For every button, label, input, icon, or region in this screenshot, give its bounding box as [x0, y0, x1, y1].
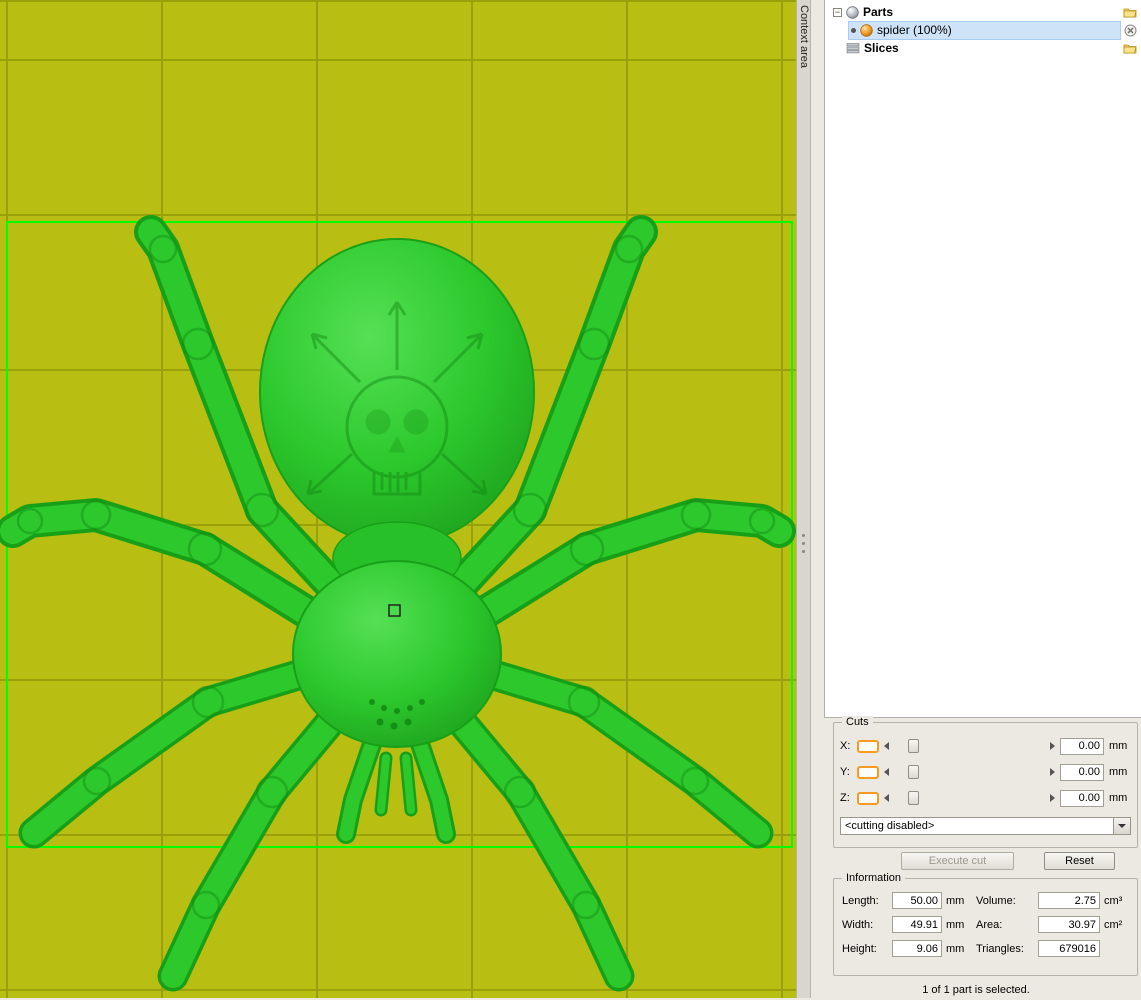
cuts-buttons: Execute cut Reset — [833, 852, 1138, 870]
open-folder-icon[interactable] — [1123, 42, 1137, 54]
height-unit: mm — [946, 942, 965, 955]
x-axis-label: X: — [840, 740, 851, 752]
information-group: Information Length: mm Volume: cm³ Width… — [833, 872, 1138, 976]
spider-abdomen — [259, 238, 535, 546]
z-cut-slider[interactable] — [894, 790, 1045, 806]
tree-row-parts[interactable]: − Parts — [825, 3, 1141, 21]
z-slider-right-arrow[interactable] — [1050, 794, 1055, 802]
cuts-title: Cuts — [842, 716, 873, 728]
area-unit: cm² — [1104, 918, 1123, 931]
slices-icon — [846, 42, 860, 54]
volume-label: Volume: — [976, 894, 1016, 907]
cut-row-z: Z: mm — [840, 787, 1131, 809]
tree-row-slices[interactable]: Slices — [825, 39, 1141, 57]
cutting-mode-value: <cutting disabled> — [845, 820, 935, 832]
y-slider-right-arrow[interactable] — [1050, 768, 1055, 776]
y-unit-label: mm — [1109, 766, 1128, 778]
y-slider-left-arrow[interactable] — [884, 768, 889, 776]
z-unit-label: mm — [1109, 792, 1128, 804]
z-cut-toggle[interactable] — [857, 791, 879, 805]
slices-label: Slices — [864, 41, 899, 55]
bullet-icon — [851, 27, 856, 33]
x-cut-toggle[interactable] — [857, 739, 879, 753]
height-label: Height: — [842, 942, 877, 955]
cuts-group: Cuts X: mm Y: mm Z: mm <cutting disabled… — [833, 716, 1138, 848]
z-slider-handle[interactable] — [908, 791, 919, 805]
volume-unit: cm³ — [1104, 894, 1123, 907]
spider-model[interactable] — [0, 2, 796, 1000]
viewport-3d[interactable] — [0, 0, 796, 998]
dropdown-button[interactable] — [1113, 818, 1130, 834]
area-value[interactable] — [1038, 916, 1100, 933]
x-slider-right-arrow[interactable] — [1050, 742, 1055, 750]
y-cut-toggle[interactable] — [857, 765, 879, 779]
y-axis-label: Y: — [840, 766, 850, 778]
z-cut-value-input[interactable] — [1060, 789, 1104, 807]
selected-part-highlight[interactable]: spider (100%) — [848, 20, 1121, 40]
y-slider-handle[interactable] — [908, 765, 919, 779]
length-value[interactable] — [892, 892, 942, 909]
context-area-strip[interactable]: Context area — [796, 0, 811, 998]
x-slider-left-arrow[interactable] — [884, 742, 889, 750]
volume-value[interactable] — [1038, 892, 1100, 909]
length-unit: mm — [946, 894, 965, 907]
remove-part-icon[interactable] — [1124, 24, 1137, 37]
sphere-icon — [846, 5, 859, 19]
area-label: Area: — [976, 918, 1003, 931]
information-title: Information — [842, 872, 906, 884]
reset-button[interactable]: Reset — [1044, 852, 1115, 870]
x-unit-label: mm — [1109, 740, 1128, 752]
triangles-value[interactable] — [1038, 940, 1100, 957]
chevron-down-icon — [1118, 824, 1126, 828]
context-area-label: Context area — [798, 5, 810, 68]
part-sphere-icon — [860, 23, 873, 37]
splitter-grip[interactable] — [802, 534, 805, 558]
cutting-mode-dropdown[interactable]: <cutting disabled> — [840, 817, 1131, 835]
y-cut-slider[interactable] — [894, 764, 1045, 780]
width-value[interactable] — [892, 916, 942, 933]
cut-row-x: X: mm — [840, 735, 1131, 757]
z-slider-left-arrow[interactable] — [884, 794, 889, 802]
parts-label: Parts — [863, 5, 894, 19]
tree-row-spider[interactable]: spider (100%) — [825, 20, 1141, 40]
height-value[interactable] — [892, 940, 942, 957]
cut-row-y: Y: mm — [840, 761, 1131, 783]
x-cut-value-input[interactable] — [1060, 737, 1104, 755]
triangles-label: Triangles: — [976, 942, 1024, 955]
x-slider-handle[interactable] — [908, 739, 919, 753]
width-unit: mm — [946, 918, 965, 931]
open-folder-icon[interactable] — [1123, 6, 1137, 18]
panel-gutter — [812, 0, 824, 998]
spider-cephalothorax — [292, 560, 502, 748]
x-cut-slider[interactable] — [894, 738, 1045, 754]
spider-part-label: spider (100%) — [877, 23, 952, 37]
y-cut-value-input[interactable] — [1060, 763, 1104, 781]
collapse-icon[interactable]: − — [833, 7, 842, 17]
z-axis-label: Z: — [840, 792, 850, 804]
information-grid: Length: mm Volume: cm³ Width: mm Area: c… — [842, 892, 1131, 957]
length-label: Length: — [842, 894, 879, 907]
width-label: Width: — [842, 918, 874, 931]
parts-tree-panel: − Parts spider (100%) Slices — [824, 0, 1141, 718]
execute-cut-button[interactable]: Execute cut — [901, 852, 1014, 870]
selection-status: 1 of 1 part is selected. — [922, 984, 1030, 996]
